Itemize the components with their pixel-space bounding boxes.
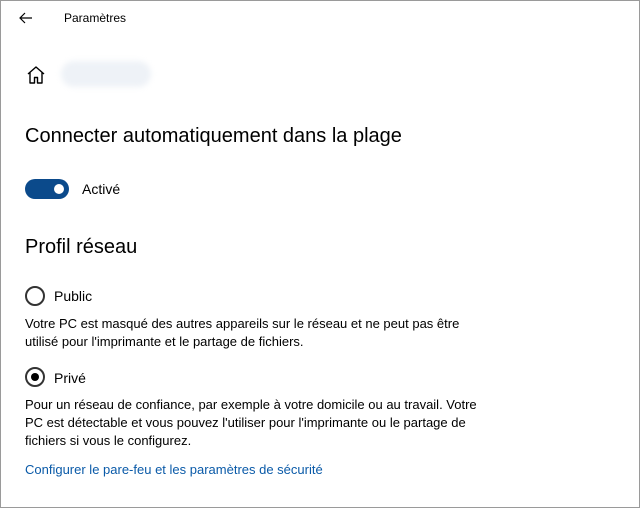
firewall-settings-link[interactable]: Configurer le pare-feu et les paramètres… <box>25 462 323 477</box>
back-button[interactable] <box>13 7 39 29</box>
private-radio-label[interactable]: Privé <box>54 370 86 386</box>
private-radio[interactable] <box>25 367 45 387</box>
auto-connect-toggle[interactable] <box>25 179 69 199</box>
public-radio[interactable] <box>25 286 45 306</box>
auto-connect-heading: Connecter automatiquement dans la plage <box>25 125 402 147</box>
home-icon[interactable] <box>25 64 47 86</box>
network-name-blurred <box>61 61 151 87</box>
network-profile-heading: Profil réseau <box>25 236 138 258</box>
window-title: Paramètres <box>64 11 127 25</box>
public-description: Votre PC est masqué des autres appareils… <box>25 316 460 349</box>
radio-selected-dot <box>31 373 39 381</box>
settings-window: Paramètres Connecter automatiquement dan… <box>0 0 640 508</box>
toggle-knob <box>54 184 64 194</box>
back-arrow-icon <box>19 12 32 24</box>
toggle-label: Activé <box>82 181 121 197</box>
public-radio-label[interactable]: Public <box>54 288 92 304</box>
title-bar: Paramètres <box>1 1 639 35</box>
private-description: Pour un réseau de confiance, par exemple… <box>25 397 477 448</box>
